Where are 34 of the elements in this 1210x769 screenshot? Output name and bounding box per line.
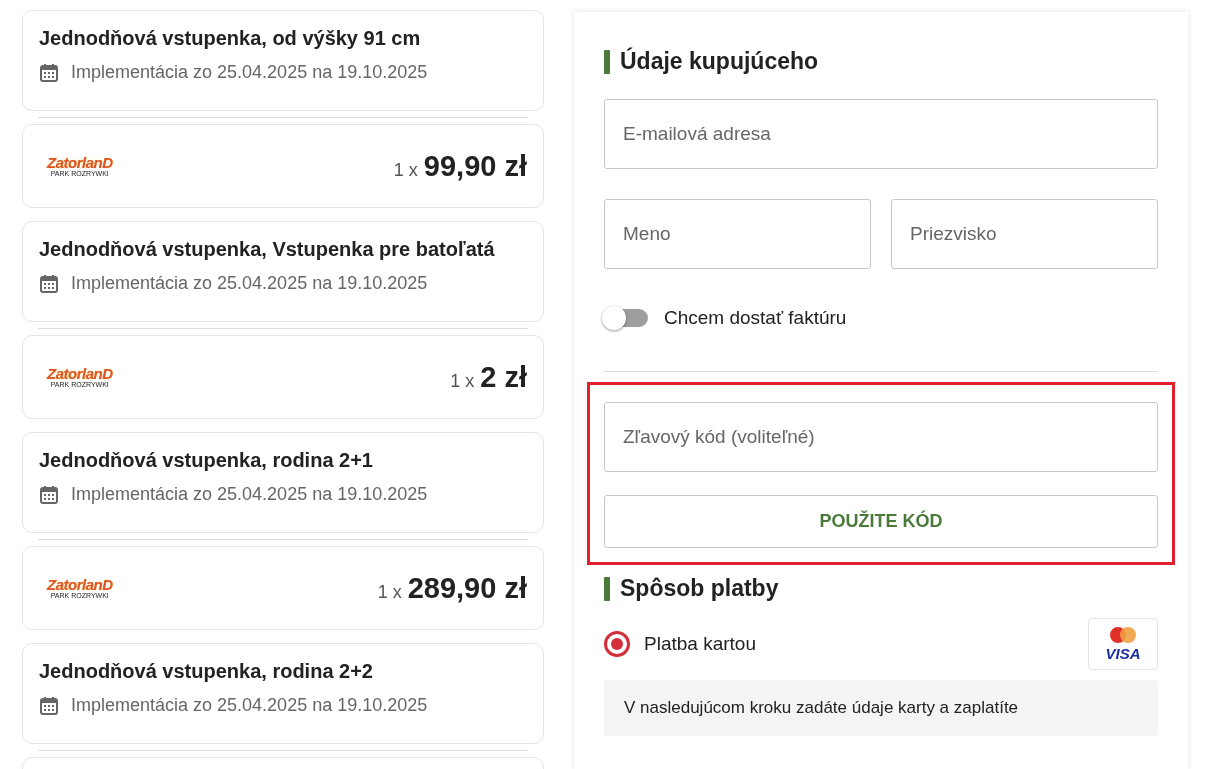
discount-code-field[interactable]: Zľavový kód (voliteľné) xyxy=(604,402,1158,472)
toggle-label: Chcem dostať faktúru xyxy=(664,307,847,329)
quantity-text: 1 x xyxy=(450,370,475,392)
validity-text: Implementácia zo 25.04.2025 na 19.10.2025 xyxy=(71,273,428,294)
mastercard-icon xyxy=(1109,626,1137,644)
visa-logo: VISA xyxy=(1105,645,1141,662)
ticket-title: Jednodňová vstupenka, Vstupenka pre batoľatá xyxy=(39,238,496,261)
accent-bar xyxy=(604,49,610,74)
invoice-toggle[interactable] xyxy=(604,309,648,327)
ticket-title: Jednodňová vstupenka, rodina 2+2 xyxy=(39,660,374,683)
price-text: 99,90 zł xyxy=(423,149,527,183)
ticket-title: Jednodňová vstupenka, rodina 2+1 xyxy=(39,449,374,472)
calendar-icon xyxy=(39,62,59,83)
calendar-icon xyxy=(39,273,59,294)
section-title: Spôsob platby xyxy=(620,575,779,602)
accent-bar xyxy=(604,576,610,601)
quantity-text: 1 x xyxy=(377,581,402,603)
first-name-field[interactable]: Meno xyxy=(604,199,871,269)
payment-method-label: Platba kartou xyxy=(644,633,756,655)
calendar-icon xyxy=(39,695,59,716)
radio-button[interactable] xyxy=(604,631,630,657)
payment-info: V nasledujúcom kroku zadáte údaje karty a zaplatíte xyxy=(604,680,1158,736)
validity-text: Implementácia zo 25.04.2025 na 19.10.2025 xyxy=(71,695,428,716)
quantity-text: 1 x xyxy=(393,159,418,181)
last-name-field[interactable]: Priezvisko xyxy=(891,199,1158,269)
validity-text: Implementácia zo 25.04.2025 na 19.10.2025 xyxy=(71,484,428,505)
email-field[interactable]: E-mailová adresa xyxy=(604,99,1158,169)
section-title: Údaje kupujúceho xyxy=(620,48,819,75)
calendar-icon xyxy=(39,484,59,505)
price-text: 2 zł xyxy=(480,360,527,394)
price-text: 289,90 zł xyxy=(407,571,527,605)
validity-text: Implementácia zo 25.04.2025 na 19.10.2025 xyxy=(71,62,428,83)
apply-code-button[interactable]: POUŽITE KÓD xyxy=(604,495,1158,548)
ticket-title: Jednodňová vstupenka, od výšky 91 cm xyxy=(39,27,422,50)
